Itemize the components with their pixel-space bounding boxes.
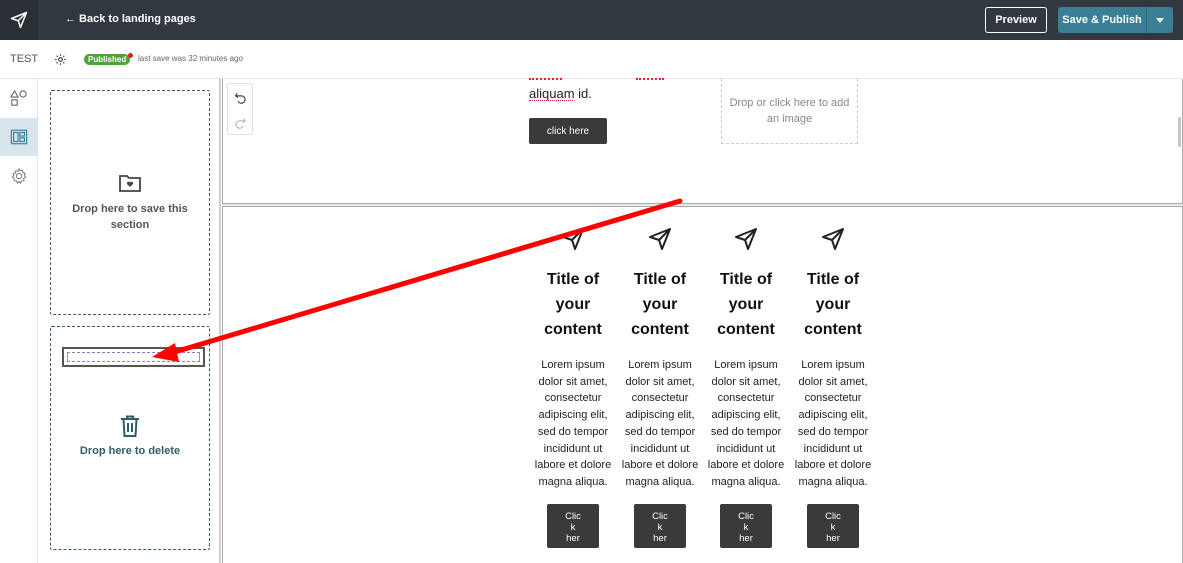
- rail-settings-button[interactable]: [0, 157, 38, 195]
- column-title[interactable]: Title of your content: [620, 267, 700, 342]
- redo-icon[interactable]: [234, 116, 247, 129]
- paper-plane-icon: [649, 228, 671, 250]
- column-title[interactable]: Title of your content: [706, 267, 786, 342]
- column-body[interactable]: Lorem ipsum dolor sit amet, consectetur …: [533, 357, 613, 491]
- history-controls: [227, 83, 253, 135]
- column-cta-button[interactable]: Clic k her: [807, 503, 859, 548]
- status-badge: Published: [84, 54, 131, 65]
- undo-icon[interactable]: [234, 91, 247, 104]
- column-cta-button[interactable]: Clic k her: [720, 503, 772, 548]
- shapes-icon: [10, 89, 27, 106]
- back-to-landing-pages-link[interactable]: ← Back to landing pages: [65, 13, 196, 25]
- folder-heart-icon: [119, 175, 141, 192]
- layout-blocks-icon: [10, 129, 28, 145]
- column-cta-button[interactable]: Clic k her: [634, 503, 686, 548]
- content-column-3[interactable]: Title of your content Lorem ipsum dolor …: [706, 225, 786, 548]
- image-dropzone[interactable]: Drop or click here to add an image: [721, 79, 858, 144]
- content-column-1[interactable]: Title of your content Lorem ipsum dolor …: [533, 225, 613, 548]
- section1-cta-button[interactable]: click here: [529, 118, 607, 144]
- spellcheck-underline: [529, 76, 562, 80]
- canvas-scrollbar[interactable]: [1178, 117, 1181, 147]
- dragged-section-ghost[interactable]: [62, 347, 205, 367]
- save-section-dropzone[interactable]: Drop here to save this section: [50, 90, 210, 315]
- page-name: TEST: [10, 53, 39, 65]
- canvas-section-1[interactable]: [222, 79, 1183, 204]
- save-section-label: Drop here to save this section: [72, 203, 188, 231]
- delete-zone-label: Drop here to delete: [79, 445, 181, 457]
- spellcheck-underline: [636, 76, 664, 80]
- left-tool-rail: [0, 79, 38, 563]
- publish-options-dropdown[interactable]: [1146, 7, 1173, 33]
- section1-text[interactable]: aliquam id.: [529, 86, 592, 101]
- paper-plane-icon: [822, 228, 844, 250]
- canvas-section-2[interactable]: [222, 207, 1183, 563]
- preview-button[interactable]: Preview: [985, 7, 1047, 33]
- paper-plane-icon: [562, 228, 584, 250]
- rail-elements-button[interactable]: [0, 79, 38, 117]
- page-settings-gear-icon[interactable]: [54, 53, 67, 66]
- content-column-4[interactable]: Title of your content Lorem ipsum dolor …: [793, 225, 873, 548]
- caret-down-icon: [1156, 17, 1164, 23]
- spellcheck-underline: [529, 100, 573, 101]
- last-save-text: last save was 32 minutes ago: [138, 54, 243, 63]
- column-title[interactable]: Title of your content: [533, 267, 613, 342]
- column-title[interactable]: Title of your content: [793, 267, 873, 342]
- column-cta-button[interactable]: Clic k her: [547, 503, 599, 548]
- rail-sections-button[interactable]: [0, 118, 38, 156]
- save-and-publish-button[interactable]: Save & Publish: [1058, 7, 1146, 33]
- image-dropzone-label: Drop or click here to add an image: [729, 97, 850, 125]
- column-body[interactable]: Lorem ipsum dolor sit amet, consectetur …: [793, 357, 873, 491]
- content-column-2[interactable]: Title of your content Lorem ipsum dolor …: [620, 225, 700, 548]
- trash-icon: [121, 415, 139, 437]
- status-notification-dot: [128, 53, 133, 58]
- column-body[interactable]: Lorem ipsum dolor sit amet, consectetur …: [706, 357, 786, 491]
- top-bar: ← Back to landing pages Preview Save & P…: [0, 0, 1183, 40]
- gear-icon: [11, 167, 27, 184]
- app-logo[interactable]: [0, 0, 38, 40]
- column-body[interactable]: Lorem ipsum dolor sit amet, consectetur …: [620, 357, 700, 491]
- paper-plane-icon: [10, 11, 28, 29]
- paper-plane-icon: [735, 228, 757, 250]
